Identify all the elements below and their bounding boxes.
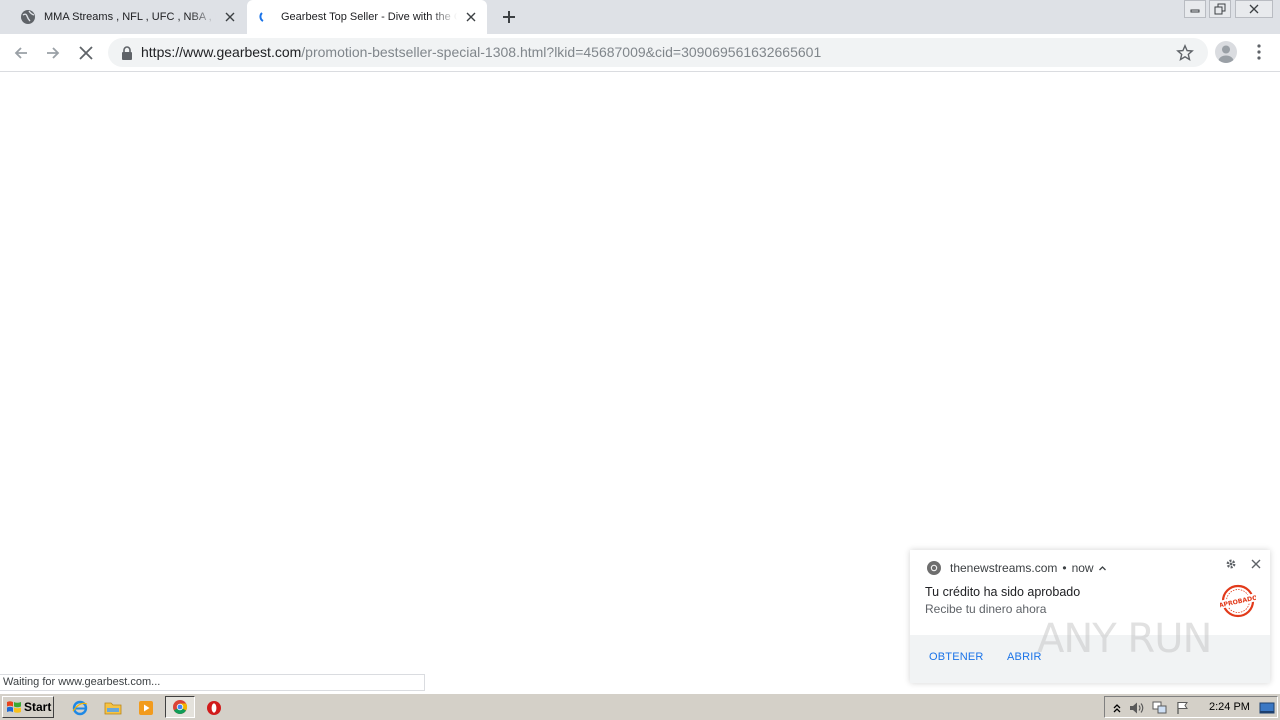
notification-body: Recibe tu dinero ahora <box>925 602 1047 616</box>
browser-toolbar: https://www.gearbest.com/promotion-bests… <box>0 34 1280 72</box>
close-window-button[interactable] <box>1235 0 1273 18</box>
close-icon[interactable] <box>1250 558 1262 570</box>
system-tray: 2:24 PM <box>1104 696 1278 718</box>
gear-icon[interactable] <box>1225 558 1237 570</box>
windows-taskbar: Start 2:24 PM <box>0 693 1280 720</box>
windows-logo-icon <box>7 701 21 713</box>
tab-title: MMA Streams , NFL , UFC , NBA , Bo <box>44 11 216 23</box>
kebab-menu-icon <box>1257 44 1261 60</box>
abrir-button[interactable]: ABRIR <box>1007 651 1042 663</box>
media-player-icon[interactable] <box>136 698 156 718</box>
opera-icon[interactable] <box>204 698 224 718</box>
file-explorer-icon[interactable] <box>103 698 123 718</box>
loading-spinner-icon <box>257 9 273 25</box>
url-text: https://www.gearbest.com/promotion-bests… <box>141 38 821 67</box>
push-notification[interactable]: thenewstreams.com • now Tu crédito ha si… <box>910 550 1270 683</box>
notification-title: Tu crédito ha sido aprobado <box>925 585 1081 599</box>
notification-separator: • <box>1062 561 1067 575</box>
globe-icon <box>20 9 36 25</box>
internet-explorer-icon[interactable] <box>70 698 90 718</box>
tab-strip: MMA Streams , NFL , UFC , NBA , Bo Gearb… <box>0 0 1280 34</box>
network-icon[interactable] <box>1152 700 1168 716</box>
notification-source: thenewstreams.com <box>950 561 1058 575</box>
chrome-icon <box>927 561 941 575</box>
url-path: /promotion-bestseller-special-1308.html?… <box>301 44 822 60</box>
clock[interactable]: 2:24 PM <box>1209 697 1250 717</box>
tab-gearbest[interactable]: Gearbest Top Seller - Dive with the Cr <box>247 0 487 34</box>
profile-avatar-icon[interactable] <box>1215 41 1237 63</box>
restore-button[interactable] <box>1209 0 1231 18</box>
tab-title: Gearbest Top Seller - Dive with the Cr <box>281 11 457 23</box>
forward-button[interactable] <box>41 41 65 65</box>
stop-loading-button[interactable] <box>74 41 98 65</box>
chrome-menu-button[interactable] <box>1250 41 1268 63</box>
notification-header: thenewstreams.com • now <box>926 560 1107 576</box>
chevron-up-icon[interactable] <box>1098 564 1107 573</box>
status-bubble: Waiting for www.gearbest.com... <box>0 674 425 691</box>
address-bar[interactable]: https://www.gearbest.com/promotion-bests… <box>108 38 1208 67</box>
show-desktop-icon[interactable] <box>1259 700 1275 716</box>
chrome-taskbar-button[interactable] <box>165 696 195 718</box>
lock-icon <box>122 46 132 60</box>
chrome-icon <box>173 700 187 714</box>
start-button[interactable]: Start <box>2 696 54 718</box>
tab-mma-streams[interactable]: MMA Streams , NFL , UFC , NBA , Bo <box>8 0 246 34</box>
tab-close-icon[interactable] <box>463 9 479 25</box>
back-button[interactable] <box>9 41 33 65</box>
tab-close-icon[interactable] <box>222 9 238 25</box>
volume-icon[interactable] <box>1129 700 1145 716</box>
notification-time: now <box>1071 561 1094 575</box>
url-host: https://www.gearbest.com <box>141 44 302 60</box>
notification-actions: OBTENER ABRIR <box>910 635 1270 683</box>
forward-arrow-icon <box>47 47 60 59</box>
show-hidden-icons-icon[interactable] <box>1109 700 1125 716</box>
bookmark-star-icon[interactable] <box>1176 44 1194 62</box>
back-arrow-icon <box>14 47 27 59</box>
start-label: Start <box>24 700 52 714</box>
approved-stamp-image: APROBADO <box>1220 584 1256 618</box>
stop-icon <box>79 46 93 60</box>
new-tab-button[interactable] <box>500 8 518 26</box>
minimize-button[interactable] <box>1184 0 1206 18</box>
action-center-flag-icon[interactable] <box>1175 700 1191 716</box>
obtener-button[interactable]: OBTENER <box>929 651 984 663</box>
